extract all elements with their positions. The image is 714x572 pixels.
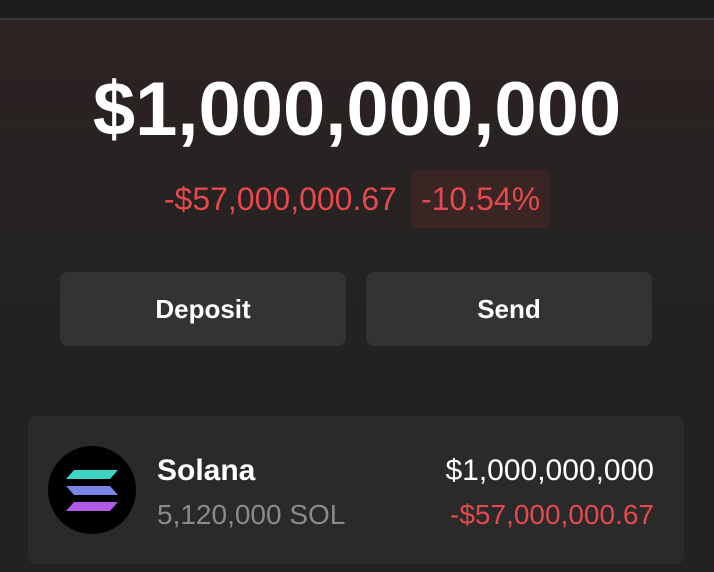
send-button[interactable]: Send — [366, 272, 652, 346]
wallet-screen: $1,000,000,000 -$57,000,000.67 -10.54% D… — [0, 0, 714, 572]
balance-change-row: -$57,000,000.67 -10.54% — [0, 170, 714, 228]
deposit-button[interactable]: Deposit — [60, 272, 346, 346]
token-change: -$57,000,000.67 — [450, 499, 654, 530]
token-row-solana[interactable]: Solana 5,120,000 SOL $1,000,000,000 -$57… — [28, 416, 684, 564]
balance-change-amount: -$57,000,000.67 — [163, 181, 397, 217]
token-name: Solana — [157, 454, 256, 487]
token-value: $1,000,000,000 — [445, 454, 654, 487]
total-balance: $1,000,000,000 — [92, 67, 622, 152]
balance-change-percent-badge: -10.54% — [410, 170, 551, 228]
token-quantity: 5,120,000 SOL — [157, 499, 346, 530]
top-bar — [0, 0, 714, 20]
solana-icon — [48, 446, 136, 534]
